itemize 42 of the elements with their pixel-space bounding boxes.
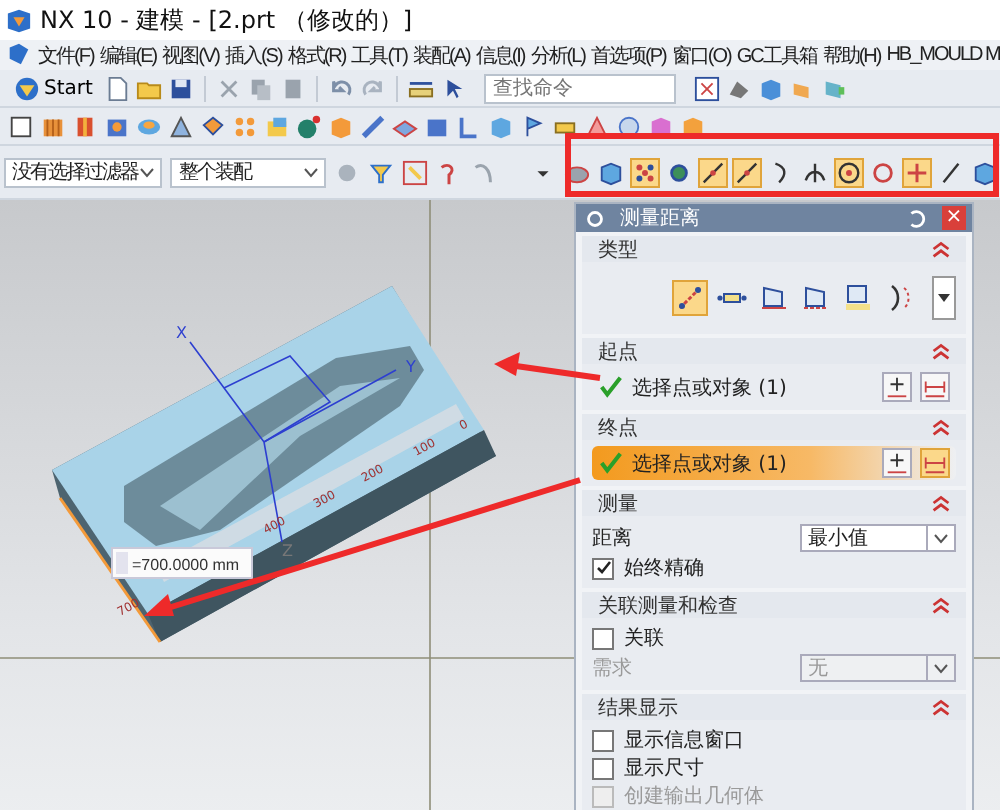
menu-item[interactable]: 文件(F): [38, 41, 94, 69]
window-title: NX 10 - 建模 - [2.prt （修改的）]: [40, 3, 413, 37]
selection-filter-dropdown[interactable]: 没有选择过滤器: [4, 157, 163, 187]
menu-item[interactable]: 信息(I): [475, 41, 525, 69]
section-title: 测量: [598, 491, 638, 517]
section-title: 关联测量和检查: [598, 593, 738, 619]
menu-item[interactable]: 首选项(P): [591, 41, 666, 69]
close-button[interactable]: ×: [942, 206, 966, 230]
section-title: 结果显示: [598, 695, 678, 721]
menu-item[interactable]: 分析(L): [530, 41, 586, 69]
axis-label: X: [176, 324, 187, 342]
selection-label: 选择点或对象 (1): [632, 451, 789, 477]
scope-dropdown[interactable]: 整个装配: [170, 157, 326, 187]
menu-item[interactable]: HB_MOULD M: [886, 44, 1000, 66]
start-button[interactable]: Start: [8, 75, 99, 101]
menu-item[interactable]: 格式(R): [287, 41, 346, 69]
section-title: 起点: [598, 339, 638, 365]
menu-item[interactable]: GC工具箱: [736, 41, 817, 69]
checkbox-label: 始终精确: [624, 555, 704, 582]
menu-item[interactable]: 视图(V): [162, 41, 219, 69]
menu-item[interactable]: 工具(T): [351, 41, 407, 69]
selection-label: 选择点或对象 (1): [632, 375, 789, 401]
menu-item[interactable]: 编辑(E): [99, 41, 157, 69]
axis-label: Y: [406, 358, 416, 376]
menu-item[interactable]: 装配(A): [412, 41, 470, 69]
checkbox-label: 显示尺寸: [624, 755, 704, 782]
field-label: 距离: [592, 525, 632, 552]
value-dropdown[interactable]: 最小值: [800, 524, 956, 552]
checkbox-label: 显示信息窗口: [624, 727, 744, 754]
section-title: 终点: [598, 415, 638, 441]
field-label: 需求: [592, 655, 632, 682]
menu-item[interactable]: 帮助(H): [822, 41, 881, 69]
menu-item[interactable]: 窗口(O): [671, 41, 731, 69]
search-field[interactable]: 查找命令: [484, 73, 677, 103]
dialog-title: 测量距离: [620, 205, 702, 232]
checkbox-label: 创建输出几何体: [624, 783, 764, 810]
point-selection-row[interactable]: 选择点或对象 (1): [592, 446, 956, 480]
menu-item[interactable]: 插入(S): [224, 41, 282, 69]
section-title: 类型: [598, 237, 638, 263]
checkbox-label: 关联: [624, 625, 664, 652]
axis-label: Z: [282, 542, 293, 560]
measurement-label: =700.0000 mm: [111, 547, 253, 579]
